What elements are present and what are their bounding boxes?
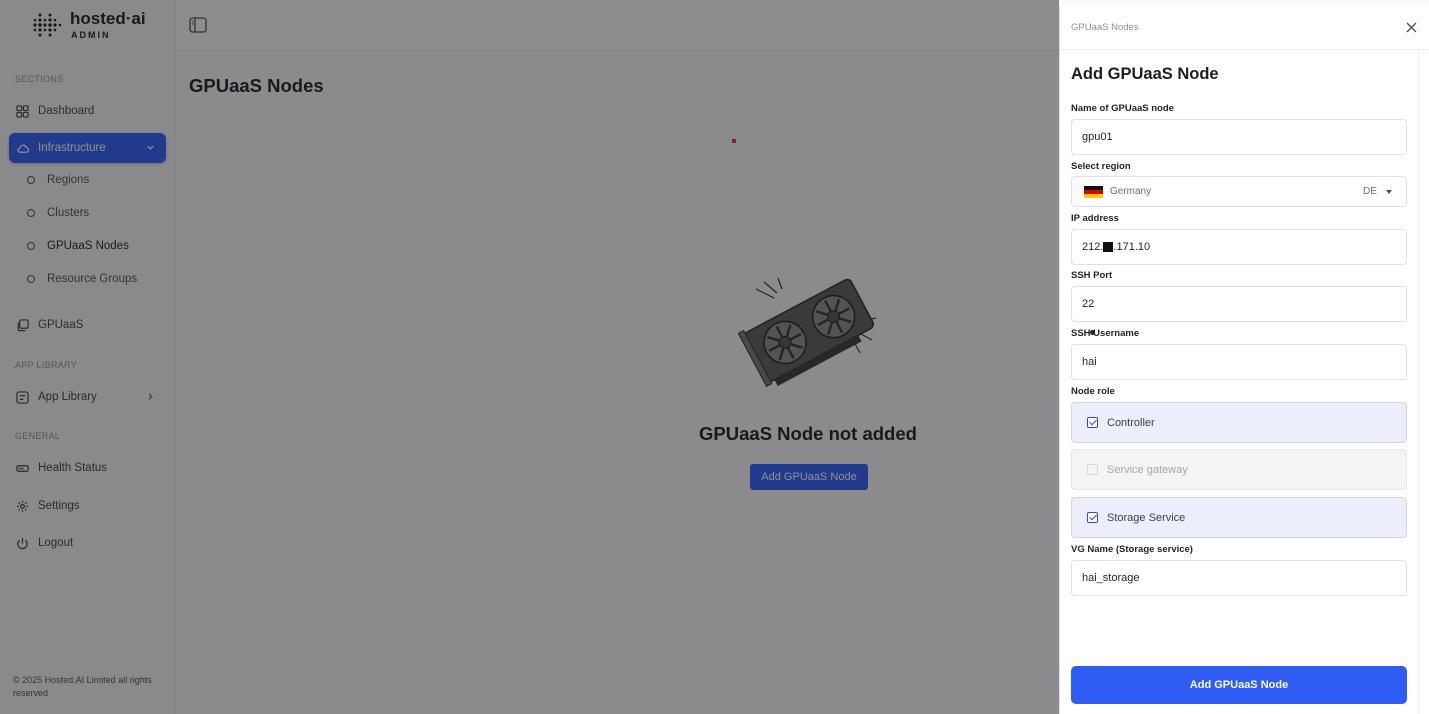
region-select[interactable]: Germany DE [1071, 176, 1407, 207]
role-controller-option[interactable]: Controller [1071, 402, 1407, 443]
ssh-username-label: SSH Username [1071, 328, 1140, 339]
checkbox-disabled-icon [1087, 464, 1098, 475]
modal-backdrop[interactable] [0, 0, 1059, 714]
role-label: Storage Service [1107, 511, 1186, 524]
role-label: Controller [1107, 416, 1155, 429]
role-storage-service-option[interactable]: Storage Service [1071, 497, 1407, 538]
ssh-port-value: 22 [1082, 298, 1095, 310]
add-node-drawer: GPUaaS Nodes Add GPUaaS Node Name of GPU… [1059, 6, 1429, 714]
checkbox-checked-icon[interactable] [1087, 512, 1098, 523]
ip-prefix: 212. [1082, 241, 1104, 253]
ssh-port-label: SSH Port [1071, 270, 1113, 281]
region-label: Select region [1071, 161, 1131, 172]
ip-suffix: .171.10 [1113, 241, 1151, 253]
name-label: Name of GPUaaS node [1071, 103, 1174, 114]
ssh-username-input[interactable]: hai [1071, 344, 1407, 380]
node-role-label: Node role [1071, 386, 1115, 397]
vg-name-label: VG Name (Storage service) [1071, 544, 1193, 555]
role-label: Service gateway [1107, 463, 1188, 476]
drawer-header: GPUaaS Nodes [1060, 6, 1429, 50]
ip-address-input[interactable]: 212. .171.10 [1071, 229, 1407, 265]
breadcrumb: GPUaaS Nodes [1071, 22, 1139, 33]
region-code: DE [1363, 186, 1377, 197]
node-name-value: gpu01 [1082, 131, 1113, 143]
vg-name-input[interactable]: hai_storage [1071, 560, 1407, 596]
vg-name-value: hai_storage [1082, 572, 1140, 584]
role-service-gateway-option: Service gateway [1071, 449, 1407, 490]
germany-flag-icon [1084, 185, 1103, 198]
close-icon[interactable] [1406, 22, 1417, 33]
drawer-title: Add GPUaaS Node [1071, 65, 1219, 83]
region-value: Germany [1110, 186, 1152, 197]
caret-down-icon [1386, 190, 1392, 194]
submit-add-node-button[interactable]: Add GPUaaS Node [1071, 666, 1407, 704]
checkbox-checked-icon[interactable] [1087, 417, 1098, 428]
mouse-cursor [1090, 330, 1095, 335]
ssh-username-value: hai [1082, 356, 1097, 368]
redaction-block [1103, 242, 1114, 252]
ip-label: IP address [1071, 213, 1119, 224]
ssh-port-input[interactable]: 22 [1071, 286, 1407, 322]
scrollbar-track[interactable] [1418, 50, 1419, 714]
node-name-input[interactable]: gpu01 [1071, 119, 1407, 155]
